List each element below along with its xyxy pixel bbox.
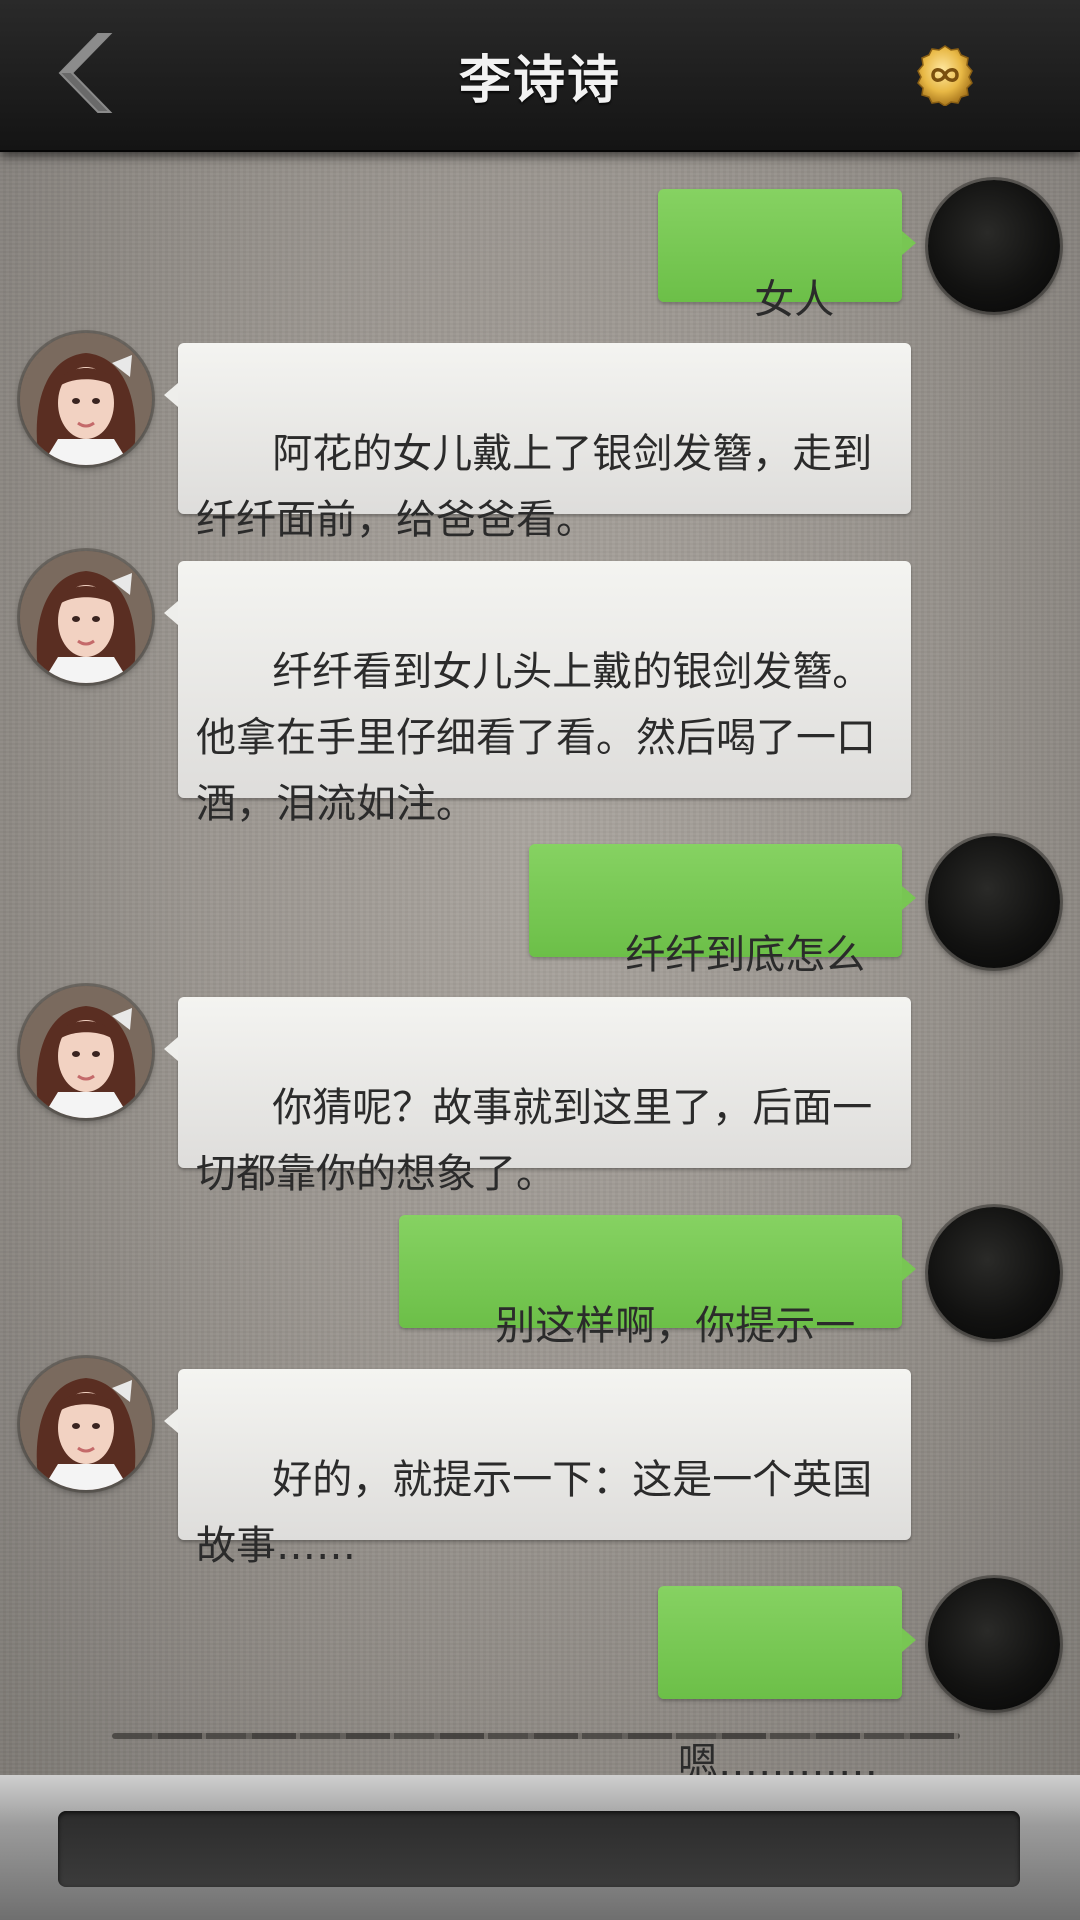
coin-button[interactable] bbox=[914, 44, 976, 107]
message-bubble-sent[interactable]: 嗯………… bbox=[658, 1586, 916, 1786]
brush-divider bbox=[112, 1733, 960, 1739]
input-bar bbox=[0, 1775, 1080, 1920]
infinity-coin-icon bbox=[917, 45, 973, 107]
my-avatar[interactable] bbox=[928, 836, 1060, 968]
message-bubble-received[interactable]: 纤纤看到女儿头上戴的银剑发簪。他拿在手里仔细看了看。然后喝了一口酒，泪流如注。 bbox=[164, 561, 911, 827]
contact-avatar[interactable] bbox=[20, 333, 152, 465]
message-bubble-sent[interactable]: 别这样啊，你提示一下！ bbox=[399, 1215, 916, 1415]
woman-portrait-icon bbox=[20, 551, 152, 683]
woman-portrait-icon bbox=[20, 1358, 152, 1490]
my-avatar[interactable] bbox=[928, 1207, 1060, 1339]
message-bubble-received[interactable]: 好的，就提示一下：这是一个英国故事…… bbox=[164, 1369, 911, 1569]
message-bubble-received[interactable]: 阿花的女儿戴上了银剑发簪，走到纤纤面前，给爸爸看。 bbox=[164, 343, 911, 543]
my-avatar[interactable] bbox=[928, 180, 1060, 312]
message-bubble-received[interactable]: 你猜呢？故事就到这里了，后面一切都靠你的想象了。 bbox=[164, 997, 911, 1197]
my-avatar[interactable] bbox=[928, 1578, 1060, 1710]
message-bubble-sent[interactable]: 纤纤到底怎么了？ bbox=[529, 844, 916, 1044]
contact-avatar[interactable] bbox=[20, 551, 152, 683]
chat-screen: 李诗诗 女人啊…… bbox=[0, 0, 1080, 1920]
woman-portrait-icon bbox=[20, 333, 152, 465]
message-input[interactable] bbox=[58, 1811, 1020, 1887]
message-bubble-sent[interactable]: 女人啊…… bbox=[658, 189, 916, 389]
contact-avatar[interactable] bbox=[20, 986, 152, 1118]
contact-avatar[interactable] bbox=[20, 1358, 152, 1490]
woman-portrait-icon bbox=[20, 986, 152, 1118]
header-bar: 李诗诗 bbox=[0, 0, 1080, 152]
